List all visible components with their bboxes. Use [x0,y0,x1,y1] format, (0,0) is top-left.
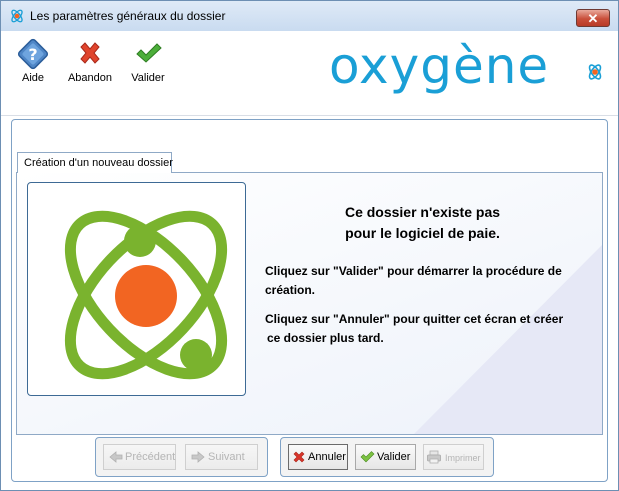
oxygene-logo: oxygène [329,37,609,113]
help-button[interactable]: ? Aide [3,37,63,84]
previous-button[interactable]: Précédent [103,444,176,470]
red-x-icon [80,42,100,64]
svg-text:?: ? [28,45,37,64]
validate-instruction: Cliquez sur "Valider" pour démarrer la p… [265,262,585,300]
help-label: Aide [21,72,45,84]
cancel-instruction-line1: Cliquez sur "Annuler" pour quitter cet é… [265,312,564,326]
window-close-button[interactable]: ✕ [576,9,610,27]
print-label: Imprimer [445,453,481,463]
cancel-x-icon [293,451,305,463]
abandon-label: Abandon [67,72,113,84]
message-title-line2: pour le logiciel de paie. [345,225,500,241]
validate-button[interactable]: Valider [355,444,416,470]
atom-app-icon [11,9,23,23]
logo-atom-icon [588,64,602,80]
atom-illustration-box [27,182,246,396]
arrow-right-icon [191,451,205,463]
logo-text: oxygène [329,37,550,95]
printer-icon [427,450,441,464]
window-title: Les paramètres généraux du dossier [30,9,226,23]
validate-toolbar-label: Valider [131,72,165,84]
abandon-button[interactable]: Abandon [60,37,120,84]
validate-label: Valider [377,451,411,463]
message-title: Ce dossier n'existe pas pour le logiciel… [300,202,545,244]
next-label: Suivant [208,451,245,463]
validate-toolbar-button[interactable]: Valider [118,37,178,84]
green-check-icon [136,43,162,63]
toolbar: ? Aide Abandon Valider oxygène [1,31,618,116]
validate-instruction-line2: création. [265,283,316,297]
cancel-button[interactable]: Annuler [288,444,348,470]
title-bar[interactable]: Les paramètres généraux du dossier ✕ [1,1,618,31]
message-title-line1: Ce dossier n'existe pas [344,204,501,220]
cancel-instruction: Cliquez sur "Annuler" pour quitter cet é… [265,310,585,348]
cancel-label: Annuler [308,451,346,463]
help-icon: ? [17,38,49,70]
next-button[interactable]: Suivant [185,444,258,470]
print-button[interactable]: Imprimer [423,444,484,470]
tab-new-folder[interactable]: Création d'un nouveau dossier [17,152,173,173]
arrow-left-icon [109,451,123,463]
validate-instruction-line1: Cliquez sur "Valider" pour démarrer la p… [265,264,562,278]
previous-label: Précédent [125,451,176,463]
large-atom-icon [64,210,228,380]
check-icon [360,451,375,463]
cancel-instruction-line2: ce dossier plus tard. [267,331,384,345]
